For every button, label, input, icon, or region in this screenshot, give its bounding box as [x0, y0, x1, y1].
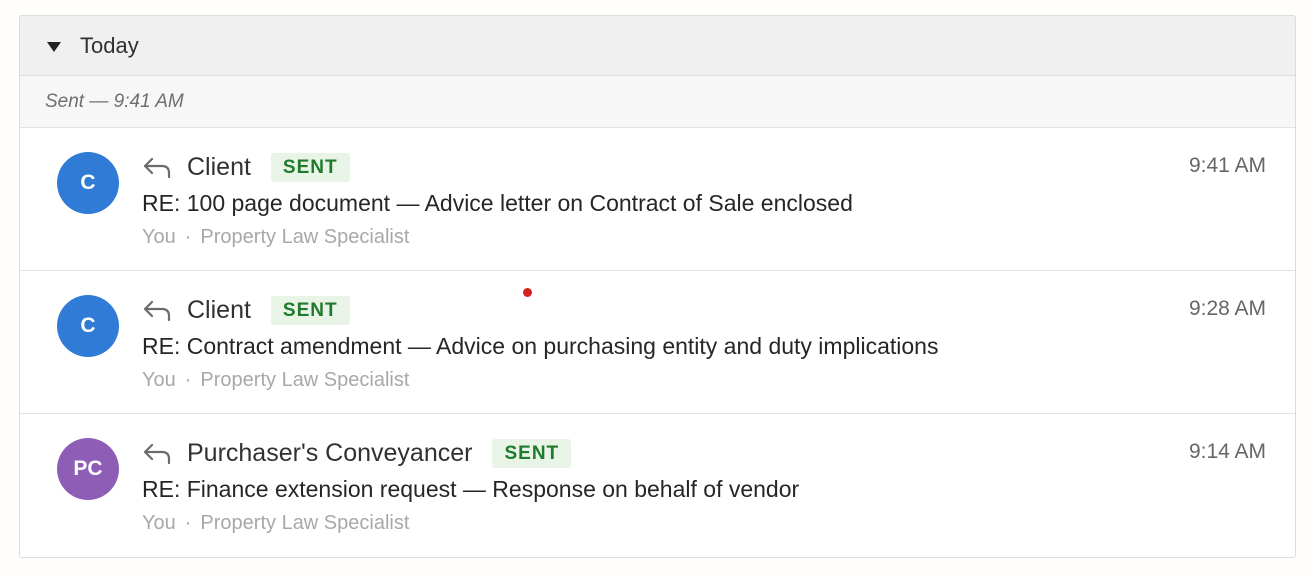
reply-arrow-icon [142, 441, 172, 465]
status-badge: SENT [270, 152, 350, 182]
message-header-line: Purchaser's Conveyancer SENT [142, 436, 572, 470]
role-label: Property Law Specialist [200, 226, 410, 248]
caret-down-icon[interactable] [47, 41, 61, 52]
sent-subheader: Sent — 9:41 AM [20, 76, 1295, 128]
message-time: 9:14 AM [1188, 440, 1266, 463]
message-subject: RE: Contract amendment — Advice on purch… [142, 333, 939, 359]
sent-subheader-label: Sent — 9:41 AM [45, 90, 184, 112]
message-row[interactable]: PC Purchaser's Conveyancer SENT RE: Fina… [20, 414, 1295, 557]
message-row[interactable]: C Client SENT RE: 100 page document — Ad… [20, 128, 1295, 271]
sender-name: Client [187, 152, 251, 181]
sender-name: Client [187, 295, 251, 324]
role-label: Property Law Specialist [200, 512, 410, 534]
message-list-panel: Today Sent — 9:41 AM C Client SENT RE: 1… [19, 15, 1296, 558]
from-label: You [142, 369, 176, 391]
message-time: 9:28 AM [1188, 297, 1266, 320]
separator-dot: · [184, 512, 192, 534]
sender-name: Purchaser's Conveyancer [187, 438, 473, 467]
from-label: You [142, 512, 176, 534]
message-meta: You · Property Law Specialist [142, 369, 409, 392]
separator-dot: · [184, 226, 192, 248]
status-badge: SENT [492, 438, 572, 468]
message-meta: You · Property Law Specialist [142, 226, 409, 249]
avatar: C [57, 295, 119, 357]
message-header-line: Client SENT [142, 150, 350, 184]
avatar: C [57, 152, 119, 214]
status-badge: SENT [270, 295, 350, 325]
separator-dot: · [184, 369, 192, 391]
cursor-indicator-dot [523, 288, 532, 297]
group-header-today[interactable]: Today [20, 16, 1295, 76]
reply-arrow-icon [142, 155, 172, 179]
message-subject: RE: Finance extension request — Response… [142, 476, 800, 502]
message-meta: You · Property Law Specialist [142, 512, 409, 535]
avatar: PC [57, 438, 119, 500]
reply-arrow-icon [142, 298, 172, 322]
message-time: 9:41 AM [1188, 154, 1266, 177]
role-label: Property Law Specialist [200, 369, 410, 391]
message-row[interactable]: C Client SENT RE: Contract amendment — A… [20, 271, 1295, 414]
from-label: You [142, 226, 176, 248]
message-subject: RE: 100 page document — Advice letter on… [142, 190, 853, 216]
message-header-line: Client SENT [142, 293, 350, 327]
group-title: Today [80, 32, 139, 58]
